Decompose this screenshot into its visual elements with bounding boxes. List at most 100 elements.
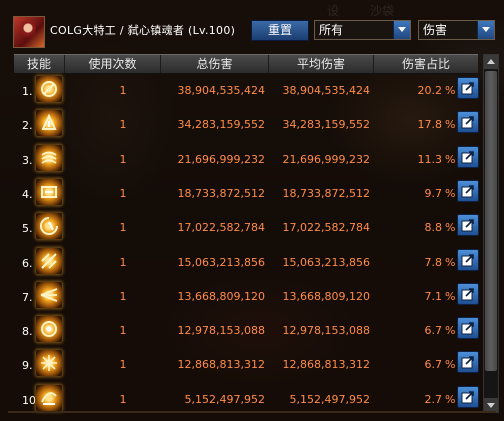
table-row: 10. 1 5,152,497,952 5,152,497,952 2.7%	[0, 381, 504, 415]
row-index: 9.	[22, 359, 33, 373]
row-index: 6.	[22, 256, 33, 270]
row-index: 7.	[22, 290, 33, 304]
total-damage: 17,022,582,784	[177, 221, 265, 235]
table-row: 7. 1 13,668,809,120 13,668,809,120 7.1%	[0, 278, 504, 312]
skill-filter-select[interactable]: 所有	[314, 20, 411, 40]
skill-icon-5	[35, 212, 63, 241]
table-header: 技能 使用次数 总伤害 平均伤害 伤害占比	[14, 54, 478, 74]
share-icon[interactable]	[457, 179, 479, 202]
share-icon[interactable]	[457, 351, 479, 374]
metric-filter-select[interactable]: 伤害	[418, 20, 495, 40]
total-damage: 34,283,159,552	[177, 118, 265, 132]
table-row: 6. 1 15,063,213,856 15,063,213,856 7.8%	[0, 244, 504, 278]
table-row: 8. 1 12,978,153,088 12,978,153,088 6.7%	[0, 312, 504, 346]
percent-unit: %	[445, 118, 456, 132]
average-damage: 12,868,813,312	[282, 358, 370, 372]
percent-unit: %	[445, 392, 456, 406]
use-count: 1	[119, 84, 127, 97]
damage-share-percent: 6.7	[424, 324, 443, 338]
skill-icon-8	[35, 315, 63, 344]
row-index: 2.	[22, 119, 33, 133]
use-count: 1	[119, 392, 127, 406]
average-damage: 34,283,159,552	[282, 118, 370, 132]
total-damage: 21,696,999,232	[177, 152, 265, 166]
total-damage: 13,668,809,120	[177, 289, 265, 303]
character-portrait-avatar	[13, 16, 45, 48]
share-icon[interactable]	[457, 214, 479, 237]
column-header-uses[interactable]: 使用次数	[65, 55, 161, 73]
use-count: 1	[119, 358, 127, 372]
scroll-up-arrow-icon[interactable]	[484, 55, 498, 69]
share-icon[interactable]	[457, 385, 479, 408]
panel-header: COLG大特工 / 弑心镇魂者 (Lv.100) 重置 所有 伤害	[0, 0, 504, 54]
use-count: 1	[119, 152, 127, 166]
skill-icon-2	[35, 109, 63, 138]
reset-button[interactable]: 重置	[251, 20, 309, 41]
table-row: 2. 1 34,283,159,552 34,283,159,552 17.8%	[0, 106, 504, 140]
table-row: 5. 1 17,022,582,784 17,022,582,784 8.8%	[0, 209, 504, 243]
average-damage: 38,904,535,424	[282, 84, 370, 97]
percent-unit: %	[445, 152, 456, 166]
scroll-down-arrow-icon[interactable]	[484, 398, 498, 412]
row-index: 5.	[22, 222, 33, 236]
total-damage: 5,152,497,952	[184, 392, 265, 406]
column-header-average-damage[interactable]: 平均伤害	[269, 55, 374, 73]
share-icon[interactable]	[457, 248, 479, 271]
share-icon[interactable]	[457, 111, 479, 134]
damage-share-percent: 17.8	[417, 118, 443, 132]
percent-unit: %	[445, 358, 456, 372]
scrollbar-thumb[interactable]	[485, 71, 497, 371]
average-damage: 15,063,213,856	[282, 255, 370, 269]
column-header-skill[interactable]: 技能	[14, 55, 65, 73]
damage-share-percent: 6.7	[424, 358, 443, 372]
damage-share-percent: 7.1	[424, 289, 443, 303]
share-icon[interactable]	[457, 145, 479, 168]
panel-divider	[8, 411, 496, 413]
damage-share-percent: 7.8	[424, 255, 443, 269]
table-row: 4. 1 18,733,872,512 18,733,872,512 9.7%	[0, 175, 504, 209]
metric-filter-value: 伤害	[423, 23, 448, 37]
table-row: 9. 1 12,868,813,312 12,868,813,312 6.7%	[0, 346, 504, 380]
use-count: 1	[119, 255, 127, 269]
skill-icon-3	[35, 143, 63, 172]
skill-icon-10	[35, 383, 63, 412]
skill-icon-6	[35, 246, 63, 275]
share-icon[interactable]	[457, 317, 479, 340]
percent-unit: %	[445, 255, 456, 269]
row-index: 8.	[22, 325, 33, 339]
table-row: 1. 1 38,904,535,424 38,904,535,424 20.2%	[0, 72, 504, 106]
damage-stats-panel: COLG大特工 / 弑心镇魂者 (Lv.100) 重置 所有 伤害 技能 使用次…	[0, 0, 504, 421]
chevron-down-icon[interactable]	[393, 21, 410, 39]
skill-icon-7	[35, 280, 63, 309]
column-header-total-damage[interactable]: 总伤害	[161, 55, 269, 73]
average-damage: 13,668,809,120	[282, 289, 370, 303]
scrollbar[interactable]	[483, 54, 499, 413]
skill-icon-4	[35, 177, 63, 206]
share-icon[interactable]	[457, 282, 479, 305]
row-index: 3.	[22, 153, 33, 167]
percent-unit: %	[445, 186, 456, 200]
percent-unit: %	[445, 221, 456, 235]
use-count: 1	[119, 221, 127, 235]
skill-icon-1	[35, 75, 63, 103]
use-count: 1	[119, 289, 127, 303]
row-index: 4.	[22, 187, 33, 201]
chevron-down-icon[interactable]	[477, 21, 494, 39]
table-row: 3. 1 21,696,999,232 21,696,999,232 11.3%	[0, 141, 504, 175]
average-damage: 12,978,153,088	[282, 324, 370, 338]
row-index: 1.	[22, 85, 33, 98]
total-damage: 12,868,813,312	[177, 358, 265, 372]
damage-share-percent: 2.7	[424, 392, 443, 406]
column-header-damage-share[interactable]: 伤害占比	[374, 55, 478, 73]
total-damage: 38,904,535,424	[177, 84, 265, 97]
percent-unit: %	[445, 289, 456, 303]
average-damage: 17,022,582,784	[282, 221, 370, 235]
average-damage: 5,152,497,952	[289, 392, 370, 406]
average-damage: 18,733,872,512	[282, 186, 370, 200]
percent-unit: %	[445, 324, 456, 338]
skill-icon-9	[35, 349, 63, 378]
total-damage: 12,978,153,088	[177, 324, 265, 338]
percent-unit: %	[445, 84, 456, 97]
average-damage: 21,696,999,232	[282, 152, 370, 166]
share-icon[interactable]	[457, 77, 479, 99]
